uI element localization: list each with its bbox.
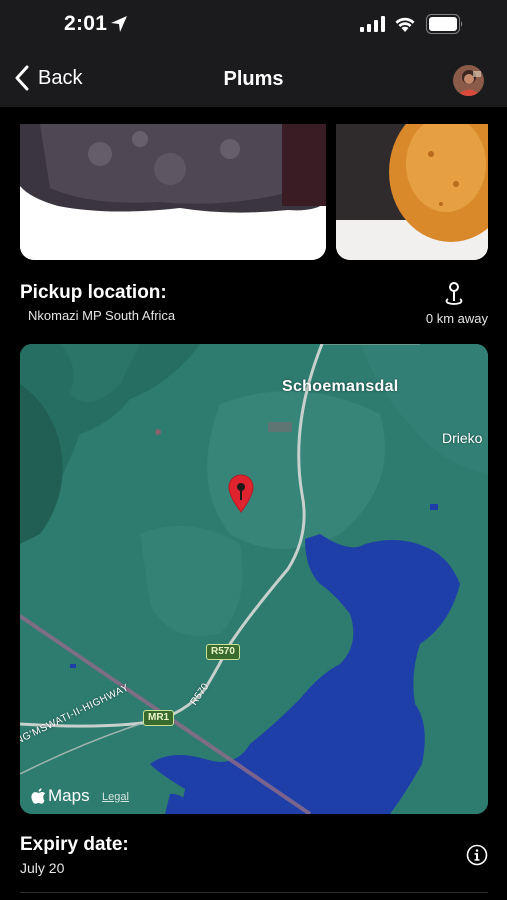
location-arrow-icon <box>111 16 127 32</box>
status-time: 2:01 <box>64 12 108 35</box>
plum-photo[interactable] <box>336 124 488 260</box>
signal-icon <box>360 16 385 32</box>
avatar[interactable] <box>453 65 484 96</box>
maps-brand-label: Maps <box>48 786 90 805</box>
pickup-location-text: Nkomazi MP South Africa <box>28 308 176 323</box>
status-bar: 2:01 <box>0 0 507 50</box>
road-shield: R570 <box>206 644 240 660</box>
map-pin-icon <box>445 282 463 305</box>
distance-label: 0 km away <box>425 311 488 326</box>
expiry-date-value: July 20 <box>20 860 65 876</box>
plum-photo[interactable] <box>20 124 326 260</box>
road-shield: MR1 <box>143 710 175 726</box>
map-place-label: Drieko <box>442 430 483 446</box>
divider <box>20 892 488 893</box>
map-place-label: Schoemansdal <box>282 378 399 395</box>
info-icon[interactable] <box>466 844 488 866</box>
expiry-date-title: Expiry date: <box>20 834 129 855</box>
battery-icon <box>426 14 463 34</box>
apple-icon <box>31 787 46 804</box>
nav-bar: Back Plums <box>0 50 507 107</box>
content-area: Pickup location: Nkomazi MP South Africa… <box>0 107 507 900</box>
maps-brand: Maps <box>31 786 90 806</box>
pickup-location-title: Pickup location: <box>20 282 167 303</box>
map-view[interactable]: Schoemansdal Drieko R570 MR1 R570 NG'MSW… <box>20 344 488 814</box>
legal-link[interactable]: Legal <box>102 791 129 803</box>
wifi-icon <box>395 17 415 32</box>
location-pin-icon[interactable] <box>228 474 254 514</box>
page-title: Plums <box>223 68 284 90</box>
